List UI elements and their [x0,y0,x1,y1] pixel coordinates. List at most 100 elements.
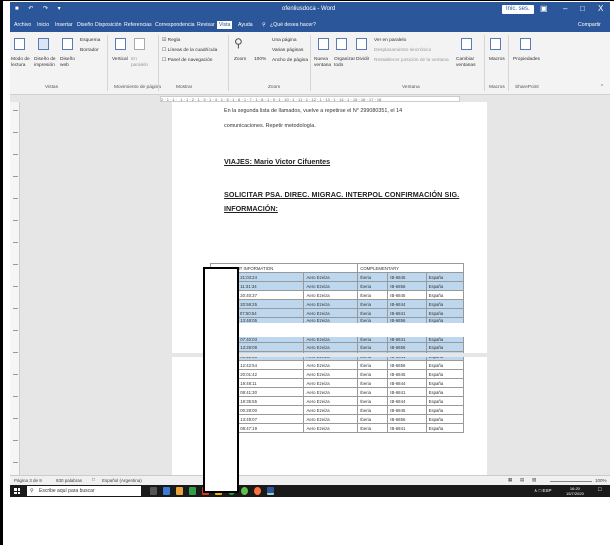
zoom-label[interactable]: Zoom [234,57,246,62]
firefox-icon[interactable] [254,487,261,495]
vertical-label[interactable]: Vertical [112,57,128,62]
reset-window-position: Restablecer posición de la ventana [374,58,449,63]
table-cell: IB-6841 [387,423,427,433]
ruler-checkbox[interactable]: ☑ Regla [162,38,180,43]
quick-access-toolbar[interactable]: ■ ↶ ↷ ▾ [15,5,65,12]
search-icon: ⚲ [30,488,34,494]
notification-icon[interactable]: □ [598,487,602,493]
zoom-icon[interactable]: ⚲ [234,36,243,50]
properties-label[interactable]: Propiedades [513,57,540,62]
web-layout-label[interactable]: Diseño web [60,57,78,69]
read-mode-label[interactable]: Modo de lectura [11,57,33,69]
share-button[interactable]: Compartir [578,22,601,28]
table-row: S 26-12-2016 20:59:25Aero EzeizaIberiaIB… [209,299,465,309]
multiple-pages-button[interactable]: Varias páginas [272,48,303,53]
split-label[interactable]: Dividir [356,57,369,62]
task-view-icon[interactable] [150,487,157,495]
messaging-icon[interactable] [241,487,248,495]
print-layout-icon[interactable] [38,38,49,50]
word-taskbar-icon[interactable] [267,487,274,495]
table-row: S 03-07-2016 13:48:05Aero EzeizaIberiaIB… [209,317,465,331]
print-layout-status-icon[interactable]: ▤ [520,477,524,483]
proofing-icon[interactable]: □ [92,477,95,482]
tab-disposicion[interactable]: Disposición [95,22,122,28]
ruler-tick [13,308,18,309]
web-layout-icon[interactable] [62,38,73,50]
macros-icon[interactable] [490,38,501,50]
tab-referencias[interactable]: Referencias [124,22,152,28]
chrome-icon[interactable] [189,487,196,495]
gridlines-checkbox[interactable]: ☐ Líneas de la cuadrícula [162,48,217,53]
page-width-button[interactable]: Ancho de página [272,58,308,63]
outline-view[interactable]: Esquema [80,38,100,43]
table-cell: IB-6844 [387,396,427,406]
system-tray[interactable]: ∧ □ ESP [534,488,552,494]
tab-revisar[interactable]: Revisar [197,22,215,28]
table-row: S 09-01-2018 11:31:34Aero EzeizaIberiaIB… [209,281,465,291]
divider [228,35,229,91]
edge-icon[interactable] [163,487,170,495]
tab-diseno[interactable]: Diseño [77,22,93,28]
language[interactable]: Español (Argentina) [102,478,142,483]
file-explorer-icon[interactable] [176,487,183,495]
table-cell: Aero Ezeiza [303,414,359,424]
macros-label[interactable]: Macros [489,57,505,62]
print-layout-label[interactable]: Diseño de impresión [34,57,60,69]
tab-ayuda[interactable]: Ayuda [238,22,253,28]
read-mode-status-icon[interactable]: ▦ [508,477,512,483]
switch-windows-label[interactable]: Cambiar ventanas [456,57,478,69]
group-ventana: Ventana [402,85,420,90]
tab-inicio[interactable]: Inicio [37,22,49,28]
table-cell: Iberia [357,299,389,309]
nav-pane-checkbox[interactable]: ☐ Panel de navegación [162,58,212,63]
table-cell: IB-6841 [387,308,427,318]
tab-vista[interactable]: Vista [217,21,233,29]
windows-start-icon[interactable] [14,488,20,494]
tab-archivo[interactable]: Archivo [14,22,31,28]
switch-windows-icon[interactable] [461,38,472,50]
tab-correspondencia[interactable]: Correspondencia [155,22,195,28]
table-row: S 16-06-2016 13:28:09Aero EzeizaIberiaIB… [209,342,465,352]
lightbulb-icon: ⚲ [262,22,266,28]
sign-in-button[interactable]: Inic. ses. [502,5,534,14]
table-cell: IB-6845 [387,405,427,415]
table-cell: Iberia [357,414,389,424]
vertical-icon[interactable] [115,38,126,50]
taskbar-clock[interactable]: 16:20 15/7/2020 [566,486,584,496]
arrange-all-icon[interactable] [336,38,347,50]
taskbar-search[interactable]: ⚲ Escribe aquí para buscar [27,486,141,496]
view-side-by-side[interactable]: Ver en paralelo [374,38,406,43]
properties-icon[interactable] [520,38,531,50]
read-mode-icon[interactable] [14,38,25,50]
ribbon-display-icon[interactable]: ▣ [540,4,548,13]
zoom-level[interactable]: 100% [595,478,607,483]
search-placeholder: Escribe aquí para buscar [39,488,95,494]
table-row: E 16-03-2015 08:47:19Aero EzeizaIberiaIB… [209,423,465,433]
paragraph: comunicaciones. Repetir metodología. [224,123,316,129]
split-icon[interactable] [356,38,367,50]
divider [508,35,509,91]
word-count[interactable]: 830 palabras [56,478,82,483]
one-page-button[interactable]: Una página [272,38,297,43]
tell-me-box[interactable]: ¿Qué desea hacer? [270,22,316,28]
new-window-icon[interactable] [318,38,329,50]
divider [310,35,311,91]
table-cell: Aero Ezeiza [303,387,359,397]
table-cell: España [425,405,465,415]
zoom-slider[interactable] [550,481,592,482]
draft-view[interactable]: Borrador [80,48,99,53]
flight-table: BASIC FLIGHT INFORMATIONCOMPLEMENTARYE 0… [209,263,465,433]
web-layout-status-icon[interactable]: ▧ [532,477,536,483]
ruler-tick [13,198,18,199]
arrange-all-label[interactable]: Organizar todo [334,57,356,69]
collapse-ribbon-icon[interactable]: ⌃ [600,85,604,90]
header-complementary: COMPLEMENTARY [357,263,464,273]
tab-insertar[interactable]: Insertar [55,22,73,28]
close-button[interactable]: X [598,4,603,13]
new-window-label[interactable]: Nueva ventana [314,57,334,69]
minimize-button[interactable]: – [563,4,567,13]
maximize-button[interactable]: □ [580,4,585,13]
zoom-100-button[interactable]: 100% [254,57,266,62]
vertical-ruler[interactable] [10,102,20,475]
page-count[interactable]: Página 3 de 9 [14,478,42,483]
